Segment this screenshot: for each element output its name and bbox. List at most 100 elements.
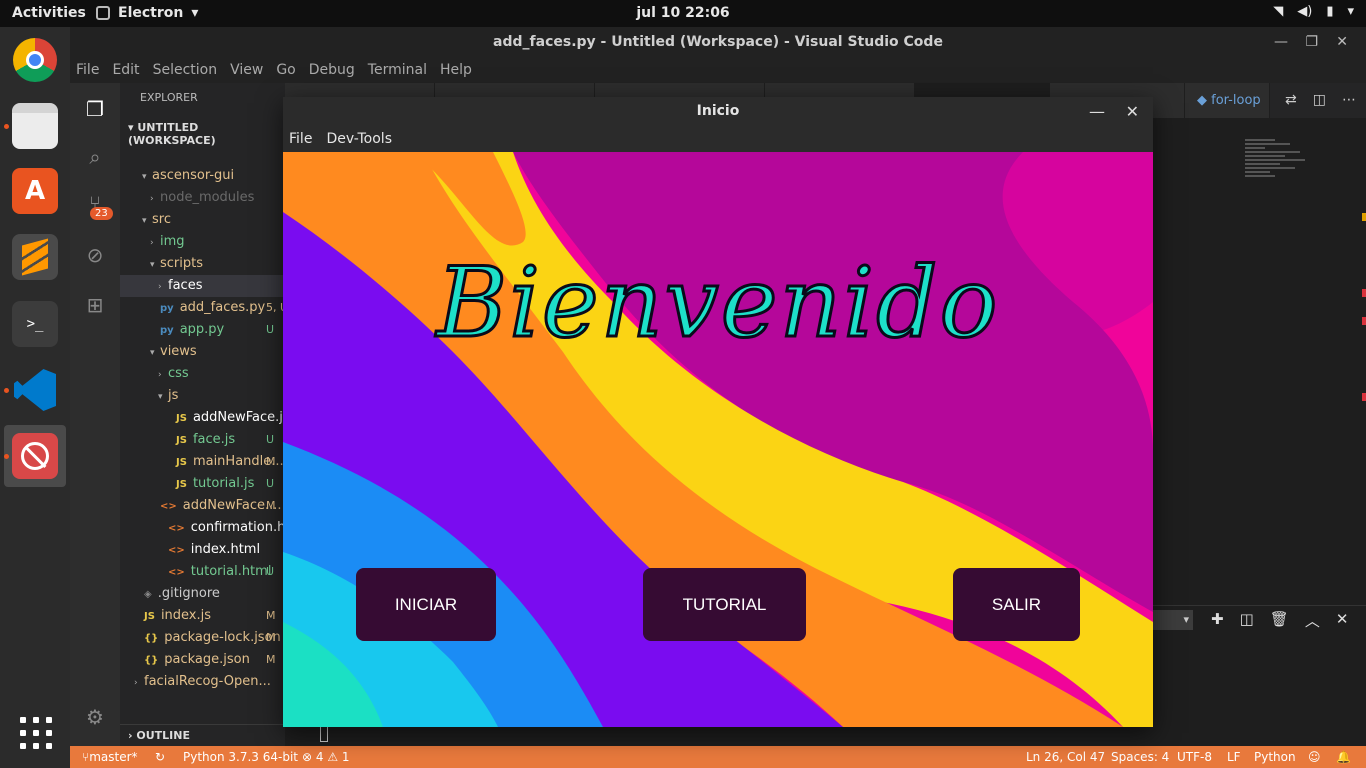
- file-type-icon: <>: [160, 501, 177, 512]
- file-type-icon: JS: [176, 479, 187, 490]
- workspace-section[interactable]: ▾ UNTITLED (WORKSPACE): [128, 121, 285, 147]
- tab-label: for-loop: [1211, 93, 1261, 108]
- sync-icon[interactable]: ↻: [155, 746, 165, 768]
- tree-item[interactable]: <> tutorial.html U: [120, 561, 285, 583]
- editor-tab-for-loop[interactable]: ◆ for-loop: [1185, 83, 1270, 118]
- split-editor-icon[interactable]: ◫: [1313, 92, 1326, 108]
- files-launcher[interactable]: [12, 103, 58, 149]
- tree-item[interactable]: › css: [120, 363, 285, 385]
- file-type-icon: py: [160, 303, 174, 314]
- tree-item[interactable]: <> index.html: [120, 539, 285, 561]
- tree-item[interactable]: › faces: [120, 275, 285, 297]
- exit-button[interactable]: SALIR: [953, 568, 1080, 641]
- menu-dev-tools[interactable]: Dev-Tools: [326, 126, 392, 152]
- settings-gear-icon[interactable]: ⚙: [82, 705, 108, 731]
- git-status-badge: U: [266, 433, 275, 446]
- line-ending[interactable]: LF: [1227, 746, 1241, 768]
- close-button[interactable]: ✕: [1126, 97, 1139, 126]
- tutorial-button[interactable]: TUTORIAL: [643, 568, 806, 641]
- chrome-launcher[interactable]: [12, 37, 58, 83]
- dock: A >_: [0, 27, 70, 768]
- trash-icon[interactable]: 🗑: [1270, 610, 1289, 631]
- branch-indicator[interactable]: ⑂master*: [82, 746, 138, 768]
- menu-edit[interactable]: Edit: [112, 57, 139, 83]
- menu-file[interactable]: File: [76, 57, 99, 83]
- system-tray[interactable]: ◥ ◀) ▮ ▾: [1273, 4, 1354, 19]
- power-menu-icon: ▾: [1347, 4, 1354, 19]
- chevron-icon: ›: [150, 194, 154, 204]
- minimap[interactable]: [1245, 137, 1315, 207]
- electron-app-launcher[interactable]: [12, 433, 58, 479]
- chevron-icon: ▾: [142, 216, 147, 226]
- maximize-button[interactable]: ❐: [1305, 27, 1318, 57]
- notifications-bell-icon[interactable]: 🔔: [1336, 746, 1351, 768]
- close-panel-icon[interactable]: ✕: [1336, 610, 1349, 631]
- tree-item[interactable]: ▾ js: [120, 385, 285, 407]
- more-actions-icon[interactable]: ⋯: [1342, 92, 1356, 108]
- tree-item-label: app.py: [179, 322, 225, 337]
- electron-titlebar: Inicio — ✕: [283, 97, 1153, 126]
- menu-view[interactable]: View: [230, 57, 263, 83]
- cursor-position[interactable]: Ln 26, Col 47: [1026, 746, 1105, 768]
- menu-selection[interactable]: Selection: [153, 57, 218, 83]
- outline-section[interactable]: › OUTLINE: [120, 724, 285, 746]
- tree-item[interactable]: ▾ ascensor-gui: [120, 165, 285, 187]
- split-terminal-icon[interactable]: ◫: [1240, 610, 1254, 631]
- file-type-icon: ◈: [144, 589, 152, 600]
- tree-item[interactable]: JS addNewFace.js: [120, 407, 285, 429]
- tree-item[interactable]: JS face.js U: [120, 429, 285, 451]
- problems-indicator[interactable]: ⊗ 4 ⚠ 1: [302, 746, 350, 768]
- tree-item[interactable]: pyadd_faces.py5, U: [120, 297, 285, 319]
- tree-item[interactable]: JS index.js M: [120, 605, 285, 627]
- chevron-up-icon[interactable]: ︿: [1305, 610, 1320, 631]
- menu-file[interactable]: File: [289, 126, 312, 152]
- tree-item-label: index.js: [160, 608, 212, 623]
- tree-item[interactable]: › img: [120, 231, 285, 253]
- tree-item[interactable]: py app.py U: [120, 319, 285, 341]
- app-menu[interactable]: Electron ▾: [96, 5, 198, 21]
- python-interpreter[interactable]: Python 3.7.3 64-bit: [183, 746, 298, 768]
- terminal-select[interactable]: ▾: [1153, 610, 1193, 630]
- tree-item[interactable]: {} package-lock.json M: [120, 627, 285, 649]
- encoding[interactable]: UTF-8: [1177, 746, 1212, 768]
- tree-item[interactable]: › node_modules: [120, 187, 285, 209]
- tree-item[interactable]: JS mainHandle... M: [120, 451, 285, 473]
- vscode-launcher[interactable]: [12, 367, 58, 413]
- ubuntu-software-launcher[interactable]: A: [12, 168, 58, 214]
- minimize-button[interactable]: —: [1274, 27, 1288, 57]
- tree-item[interactable]: ▾ src: [120, 209, 285, 231]
- menu-terminal[interactable]: Terminal: [368, 57, 427, 83]
- start-button[interactable]: INICIAR: [356, 568, 496, 641]
- close-button[interactable]: ✕: [1336, 27, 1348, 57]
- search-icon[interactable]: ⌕: [82, 145, 108, 171]
- show-applications-button[interactable]: [20, 717, 52, 749]
- menu-debug[interactable]: Debug: [309, 57, 355, 83]
- sublime-text-launcher[interactable]: [12, 234, 58, 280]
- tree-item[interactable]: › facialRecog-Open...: [120, 671, 285, 693]
- tree-item[interactable]: <> confirmation.html: [120, 517, 285, 539]
- tree-item[interactable]: <> addNewFace.... M: [120, 495, 285, 517]
- error-count: 4: [315, 750, 324, 764]
- feedback-smiley-icon[interactable]: ☺: [1308, 746, 1321, 768]
- tree-item[interactable]: ◈ .gitignore: [120, 583, 285, 605]
- tree-item[interactable]: JS tutorial.js U: [120, 473, 285, 495]
- tree-item-label: js: [168, 388, 179, 403]
- explorer-icon[interactable]: ❐: [82, 97, 108, 123]
- wifi-icon: ◥: [1273, 4, 1284, 19]
- activities-button[interactable]: Activities: [12, 5, 86, 21]
- indentation[interactable]: Spaces: 4: [1111, 746, 1169, 768]
- debug-icon[interactable]: ⊘: [82, 243, 108, 269]
- terminal-launcher[interactable]: >_: [12, 301, 58, 347]
- tree-item[interactable]: ▾ views: [120, 341, 285, 363]
- tree-item-label: tutorial.html: [190, 564, 272, 579]
- menu-go[interactable]: Go: [276, 57, 295, 83]
- clock[interactable]: jul 10 22:06: [0, 5, 1366, 21]
- extensions-icon[interactable]: ⊞: [82, 293, 108, 319]
- open-changes-icon[interactable]: ⇄: [1285, 92, 1297, 108]
- menu-help[interactable]: Help: [440, 57, 472, 83]
- tree-item[interactable]: {} package.json M: [120, 649, 285, 671]
- language-mode[interactable]: Python: [1254, 746, 1296, 768]
- tree-item[interactable]: ▾ scripts: [120, 253, 285, 275]
- minimize-button[interactable]: —: [1089, 97, 1105, 126]
- new-terminal-icon[interactable]: ✚: [1211, 610, 1224, 631]
